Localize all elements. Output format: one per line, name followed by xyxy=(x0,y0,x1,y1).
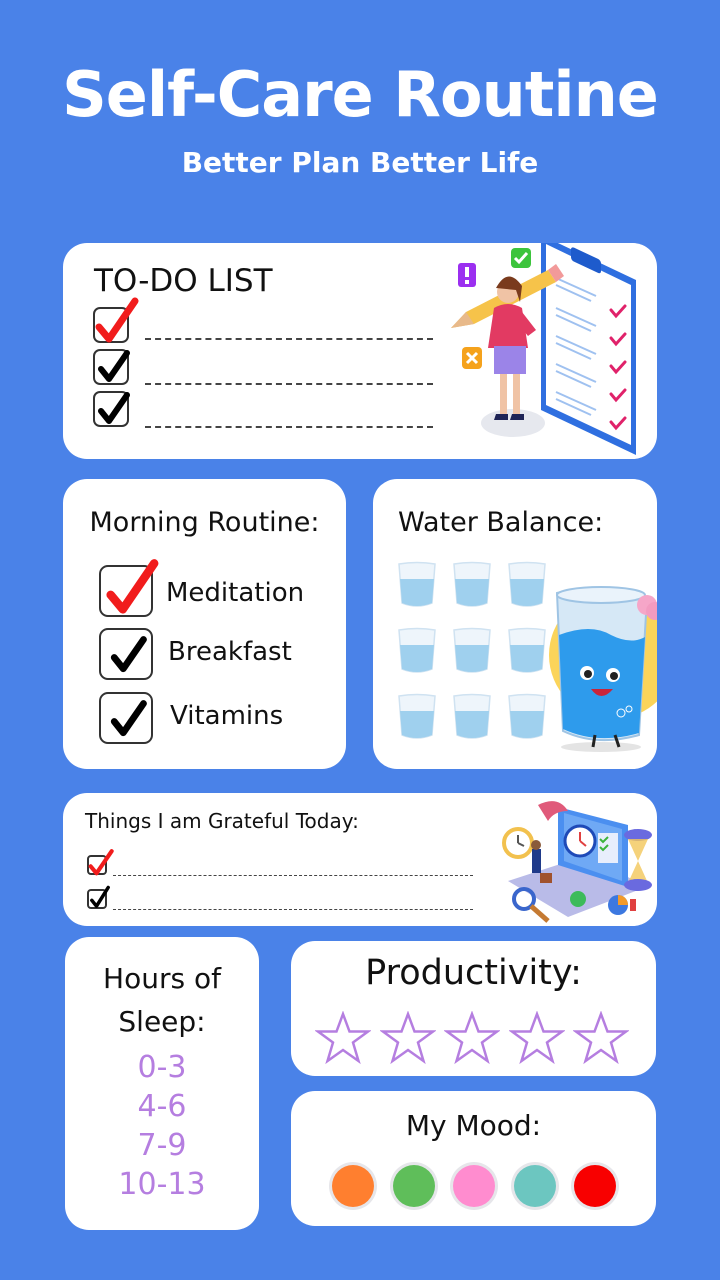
page-title: Self-Care Routine xyxy=(62,58,659,131)
grateful-line-1[interactable] xyxy=(113,875,473,876)
page-subtitle: Better Plan Better Life xyxy=(181,146,539,179)
mood-color-option[interactable] xyxy=(513,1165,556,1207)
sleep-option[interactable]: 10-13 xyxy=(65,1167,259,1202)
star-icon[interactable] xyxy=(444,1011,500,1065)
todo-title: TO-DO LIST xyxy=(94,263,273,299)
todo-line-2[interactable] xyxy=(145,383,433,385)
morning-item-label: Meditation xyxy=(166,578,305,608)
star-icon[interactable] xyxy=(379,1011,436,1065)
water-glass-icon[interactable] xyxy=(452,561,492,609)
water-glass-icon[interactable] xyxy=(397,693,437,741)
sleep-option[interactable]: 0-3 xyxy=(65,1050,259,1085)
water-glass-icon[interactable] xyxy=(452,693,492,741)
grateful-checkbox-1[interactable] xyxy=(87,849,114,876)
water-glass-icon[interactable] xyxy=(397,627,437,675)
todo-line-3[interactable] xyxy=(145,426,433,428)
morning-checkbox-2[interactable] xyxy=(99,628,153,680)
morning-checkbox-1[interactable] xyxy=(99,559,159,617)
water-glass-icon[interactable] xyxy=(452,627,492,675)
todo-line-1[interactable] xyxy=(145,338,433,340)
sleep-option[interactable]: 4-6 xyxy=(65,1089,259,1124)
grateful-line-2[interactable] xyxy=(113,909,473,910)
sleep-title-line1: Hours of xyxy=(103,962,221,995)
check-icon xyxy=(90,885,110,908)
star-icon[interactable] xyxy=(315,1011,371,1065)
productivity-title: Productivity: xyxy=(365,953,582,993)
checklist-woman-illustration xyxy=(451,243,636,455)
water-glass-icon[interactable] xyxy=(397,561,437,609)
mood-color-option[interactable] xyxy=(392,1165,435,1207)
check-icon xyxy=(95,297,139,343)
check-icon xyxy=(110,636,147,673)
water-balance-card: Water Balance: xyxy=(373,479,657,769)
check-icon xyxy=(106,559,159,614)
water-balance-title: Water Balance: xyxy=(398,507,604,538)
mood-card: My Mood: xyxy=(291,1091,656,1226)
morning-checkbox-3[interactable] xyxy=(99,692,153,744)
todo-card: TO-DO LIST xyxy=(63,243,657,459)
morning-item-label: Vitamins xyxy=(170,701,284,731)
mood-color-option[interactable] xyxy=(453,1165,495,1207)
mood-color-option[interactable] xyxy=(574,1165,616,1207)
grateful-card: Things I am Grateful Today: xyxy=(63,793,657,926)
star-icon[interactable] xyxy=(508,1011,565,1065)
todo-checkbox-3[interactable] xyxy=(93,391,130,427)
sleep-title-line2: Sleep: xyxy=(118,1005,206,1038)
water-glass-mascot-illustration xyxy=(549,586,657,752)
check-icon xyxy=(98,392,130,424)
productivity-card: Productivity: xyxy=(291,941,656,1076)
todo-checkbox-2[interactable] xyxy=(93,349,130,385)
star-icon[interactable] xyxy=(573,1011,629,1065)
check-icon xyxy=(110,700,147,737)
mood-title: My Mood: xyxy=(405,1109,542,1142)
mood-color-option[interactable] xyxy=(332,1165,374,1207)
sleep-card: Hours of Sleep: 0-3 4-6 7-9 10-13 xyxy=(65,937,259,1230)
morning-routine-title: Morning Routine: xyxy=(89,507,320,538)
time-management-laptop-illustration xyxy=(502,801,652,923)
sleep-title: Hours of Sleep: xyxy=(65,957,259,1043)
grateful-checkbox-2[interactable] xyxy=(87,885,110,909)
grateful-title: Things I am Grateful Today: xyxy=(85,809,359,833)
check-icon xyxy=(98,350,130,382)
morning-routine-card: Morning Routine: Meditation Breakfast Vi… xyxy=(63,479,346,769)
morning-item-label: Breakfast xyxy=(168,637,292,667)
check-icon xyxy=(88,849,114,876)
todo-checkbox-1[interactable] xyxy=(93,297,139,343)
sleep-option[interactable]: 7-9 xyxy=(65,1128,259,1163)
